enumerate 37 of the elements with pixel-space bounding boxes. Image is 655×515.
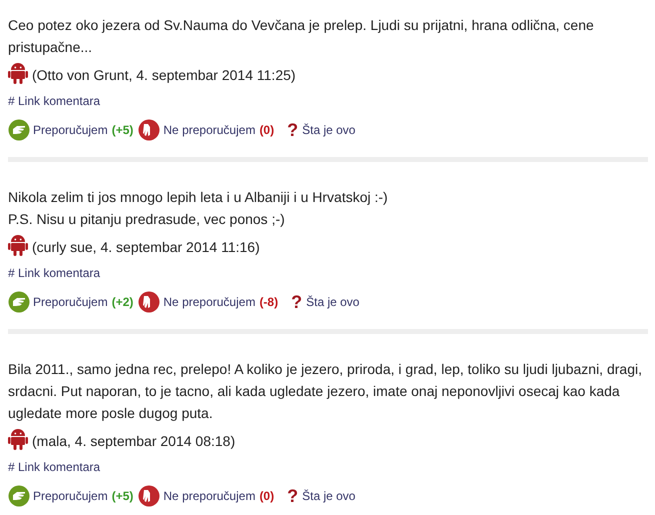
android-icon — [8, 234, 28, 256]
thumbs-up-icon[interactable] — [8, 291, 30, 313]
android-icon — [8, 428, 28, 450]
comment-link[interactable]: # Link komentara — [8, 266, 100, 280]
comment-text: Nikola zelim ti jos mnogo lepih leta i u Albaniji i u Hrvatskoj :-) — [8, 188, 389, 207]
recommend-count: (+5) — [112, 489, 134, 503]
thumbs-down-icon[interactable] — [138, 119, 160, 141]
thumbs-up-icon[interactable] — [8, 119, 30, 141]
comment-author-date: (mala, 4. septembar 2014 08:18) — [32, 432, 236, 450]
comment-author-date: (curly sue, 4. septembar 2014 11:16) — [32, 238, 260, 256]
android-icon — [8, 62, 28, 84]
thumbs-down-icon[interactable] — [138, 485, 160, 507]
help-link[interactable]: Šta je ovo — [302, 123, 356, 137]
comment-text: P.S. Nisu u pitanju predrasude, vec ponos ;-) — [8, 210, 286, 229]
recommend-link[interactable]: Preporučujem — [33, 489, 108, 503]
comment-link[interactable]: # Link komentara — [8, 460, 100, 474]
not-recommend-link[interactable]: Ne preporučujem — [163, 489, 256, 503]
not-recommend-link[interactable]: Ne preporučujem — [163, 123, 256, 137]
not-recommend-count: (-8) — [259, 295, 278, 309]
help-link[interactable]: Šta je ovo — [306, 295, 360, 309]
thumbs-down-icon[interactable] — [138, 291, 160, 313]
not-recommend-count: (0) — [259, 123, 274, 137]
help-icon[interactable]: ? — [287, 121, 298, 139]
not-recommend-count: (0) — [259, 489, 274, 503]
not-recommend-link[interactable]: Ne preporučujem — [163, 295, 256, 309]
comment-text: Bila 2011., samo jedna rec, prelepo! A koliko je jezero, priroda, i grad, lep, toliko su ljudi ljubazni, dragi, srdacni. Put naporan, to je tacno, ali kada ugledate jezero, imate onaj neponovljivi osecaj kao kada ugledate more posle dugog puta. — [8, 360, 643, 423]
comment-link[interactable]: # Link komentara — [8, 94, 100, 108]
recommend-link[interactable]: Preporučujem — [33, 295, 108, 309]
recommend-count: (+2) — [112, 295, 134, 309]
help-icon[interactable]: ? — [287, 487, 298, 505]
recommend-count: (+5) — [112, 123, 134, 137]
thumbs-up-icon[interactable] — [8, 485, 30, 507]
help-link[interactable]: Šta je ovo — [302, 489, 356, 503]
recommend-link[interactable]: Preporučujem — [33, 123, 108, 137]
help-icon[interactable]: ? — [291, 293, 302, 311]
comment-text: Ceo potez oko jezera od Sv.Nauma do Vevčana je prelep. Ljudi su prijatni, hrana odlična, cene pristupačne... — [8, 16, 595, 57]
comment-author-date: (Otto von Grunt, 4. septembar 2014 11:25) — [32, 66, 296, 84]
